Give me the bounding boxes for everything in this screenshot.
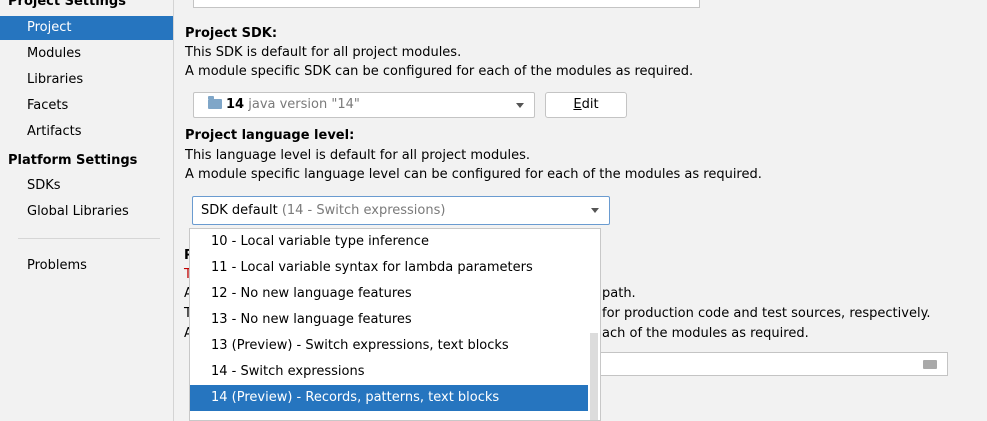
language-level-dropdown[interactable]: SDK default (14 - Switch expressions) — [192, 196, 610, 225]
modules-required-fragment: ach of the modules as required. — [602, 326, 809, 341]
sidebar-item-artifacts[interactable]: Artifacts — [0, 120, 173, 144]
chevron-down-icon — [516, 103, 524, 108]
settings-sidebar: Project Settings Project Modules Librari… — [0, 0, 174, 421]
edit-mnemonic: E — [573, 97, 582, 112]
sidebar-item-modules[interactable]: Modules — [0, 42, 173, 66]
language-level-heading: Project language level: — [185, 128, 355, 143]
language-level-option[interactable]: 12 - No new language features — [190, 281, 600, 307]
sidebar-item-problems[interactable]: Problems — [0, 254, 173, 278]
sidebar-item-sdks[interactable]: SDKs — [0, 174, 173, 198]
language-level-option[interactable]: 13 - No new language features — [190, 307, 600, 333]
sidebar-item-facets[interactable]: Facets — [0, 94, 173, 118]
edit-label-rest: dit — [581, 97, 599, 112]
sdk-folder-icon — [208, 96, 222, 109]
project-settings-heading: Project Settings — [8, 0, 126, 9]
chevron-down-icon — [591, 208, 599, 213]
sidebar-item-project[interactable]: Project — [0, 16, 173, 40]
sdk-description-1: This SDK is default for all project modu… — [185, 45, 462, 60]
popup-scrollbar-thumb[interactable] — [590, 333, 598, 420]
language-level-hint: (14 - Switch expressions) — [281, 203, 446, 218]
project-sdk-heading: Project SDK: — [185, 26, 278, 41]
sdk-number: 14 — [226, 97, 245, 112]
sidebar-item-libraries[interactable]: Libraries — [0, 68, 173, 92]
production-sources-fragment: for production code and test sources, re… — [602, 306, 931, 321]
language-level-description-2: A module specific language level can be … — [185, 167, 762, 182]
project-name-field[interactable] — [193, 0, 700, 8]
edit-button[interactable]: Edit — [545, 92, 627, 118]
compiler-output-path-fragment: path. — [602, 286, 636, 301]
language-level-description-1: This language level is default for all p… — [185, 148, 530, 163]
project-sdk-dropdown[interactable]: 14 java version "14" — [193, 92, 535, 118]
platform-settings-heading: Platform Settings — [8, 153, 138, 168]
folder-icon[interactable] — [923, 360, 937, 369]
language-level-value: SDK default — [201, 203, 278, 218]
sidebar-item-global-libraries[interactable]: Global Libraries — [0, 200, 173, 224]
sdk-version: java version "14" — [248, 97, 360, 112]
sdk-description-2: A module specific SDK can be configured … — [185, 64, 694, 79]
language-level-popup: 10 - Local variable type inference 11 - … — [189, 228, 601, 421]
popup-scrollbar[interactable] — [588, 229, 600, 420]
language-level-option[interactable]: 14 - Switch expressions — [190, 359, 600, 385]
language-level-option[interactable]: 11 - Local variable syntax for lambda pa… — [190, 255, 600, 281]
language-level-option-highlighted[interactable]: 14 (Preview) - Records, patterns, text b… — [190, 385, 600, 411]
language-level-option[interactable]: 10 - Local variable type inference — [190, 229, 600, 255]
sidebar-separator — [18, 238, 160, 239]
language-level-option[interactable]: 13 (Preview) - Switch expressions, text … — [190, 333, 600, 359]
